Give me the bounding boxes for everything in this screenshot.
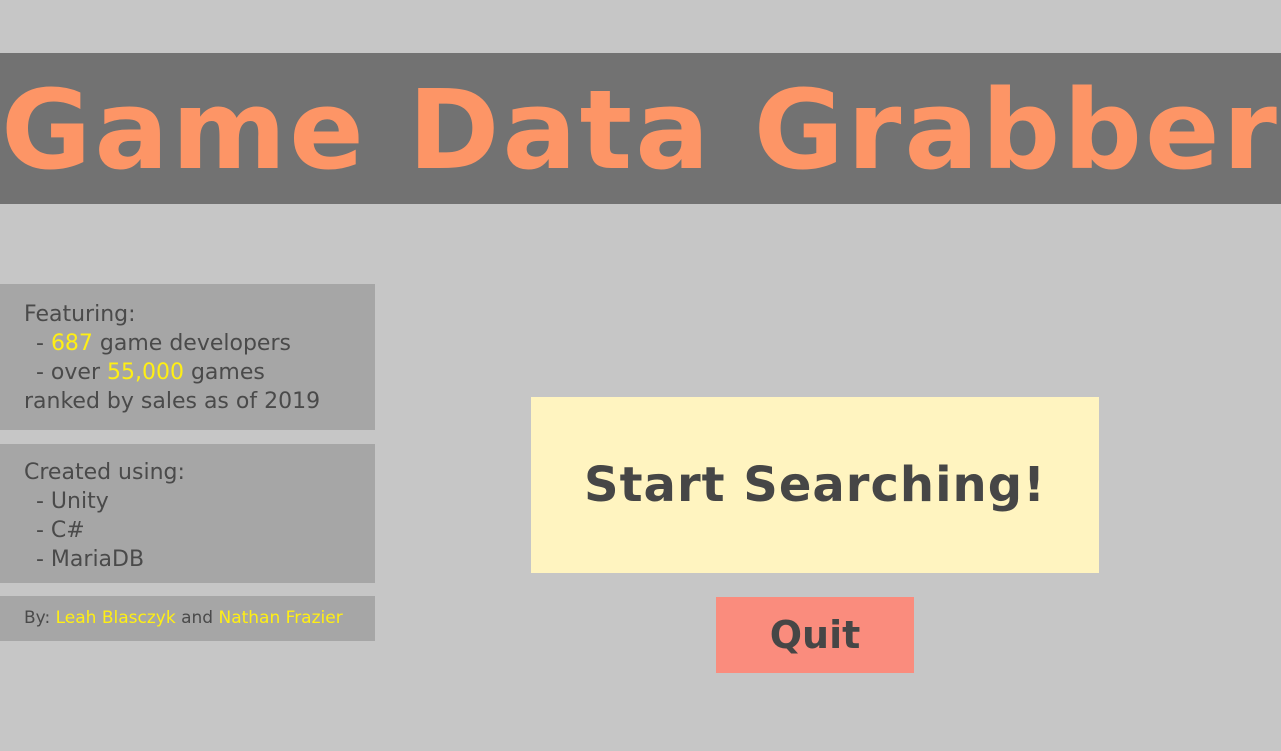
game-count-prefix: - over: [36, 360, 107, 385]
developer-count: 687: [50, 331, 93, 356]
credits-panel: By: Leah Blasczyk and Nathan Frazier: [0, 596, 375, 641]
tech-item-csharp: - C#: [36, 518, 85, 543]
credits-joiner: and: [175, 608, 219, 628]
quit-label: Quit: [769, 613, 861, 657]
author-nathan: Nathan Frazier: [218, 608, 343, 628]
game-count-suffix: games: [183, 360, 265, 385]
features-heading: Featuring:: [24, 302, 136, 327]
game-count: 55,000: [106, 360, 184, 385]
credits-line: By: Leah Blasczyk and Nathan Frazier: [24, 608, 343, 628]
features-panel: Featuring: - 687 game developers - over …: [0, 284, 375, 430]
start-searching-label: Start Searching!: [584, 457, 1046, 513]
title-bar: Game Data Grabber: [0, 53, 1281, 204]
tech-heading: Created using:: [24, 460, 185, 485]
developer-count-line: - 687 game developers: [24, 329, 375, 358]
author-leah: Leah Blasczyk: [55, 608, 176, 628]
quit-button[interactable]: Quit: [716, 597, 914, 673]
tech-item-unity: - Unity: [36, 489, 109, 514]
developer-count-suffix: game developers: [92, 331, 291, 356]
developer-count-prefix: -: [36, 331, 51, 356]
credits-by-label: By:: [24, 608, 56, 628]
game-count-line: - over 55,000 games: [24, 358, 375, 387]
features-footer: ranked by sales as of 2019: [24, 389, 321, 414]
app-title: Game Data Grabber: [1, 65, 1280, 194]
tech-panel: Created using: - Unity - C# - MariaDB: [0, 444, 375, 583]
tech-item-mariadb: - MariaDB: [36, 547, 145, 572]
start-searching-button[interactable]: Start Searching!: [531, 397, 1099, 573]
